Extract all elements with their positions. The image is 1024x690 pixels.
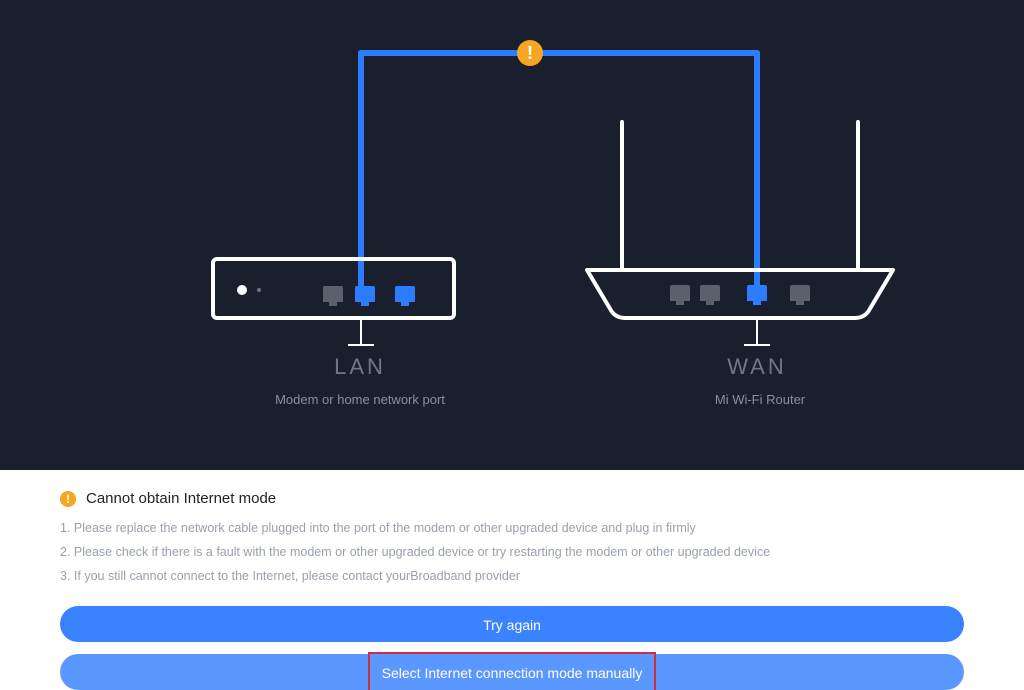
wan-port-active-icon: [747, 285, 767, 301]
wan-pointer: [756, 316, 758, 346]
try-again-button[interactable]: Try again: [60, 606, 964, 642]
select-manually-label: Select Internet connection mode manually: [382, 665, 643, 681]
error-steps: 1. Please replace the network cable plug…: [0, 517, 1024, 588]
lan-port-active-icon: [355, 286, 375, 302]
antenna-icon: [856, 120, 860, 270]
router-caption: Mi Wi-Fi Router: [640, 392, 880, 407]
modem-caption: Modem or home network port: [215, 392, 505, 407]
diagram-panel: ! LAN Modem or home network port WAN Mi …: [0, 0, 1024, 470]
lan-pointer: [360, 320, 362, 346]
cable-top: [358, 50, 760, 56]
modem-illustration: [211, 257, 456, 320]
router-port-icon: [700, 285, 720, 301]
wan-label: WAN: [697, 354, 817, 380]
cable-right: [754, 50, 760, 288]
lan-port-icon: [395, 286, 415, 302]
router-illustration: [585, 268, 895, 320]
lan-label: LAN: [300, 354, 420, 380]
warning-icon: !: [60, 491, 76, 507]
antenna-icon: [620, 120, 624, 270]
lan-port-icon: [323, 286, 343, 302]
router-port-icon: [790, 285, 810, 301]
error-title: Cannot obtain Internet mode: [86, 490, 276, 507]
cable-left: [358, 50, 364, 288]
message-panel: ! Cannot obtain Internet mode 1. Please …: [0, 470, 1024, 690]
error-step: 1. Please replace the network cable plug…: [60, 517, 1024, 541]
router-port-icon: [670, 285, 690, 301]
led-icon: [237, 285, 247, 295]
alert-icon: !: [517, 40, 543, 66]
led-icon: [257, 288, 261, 292]
error-step: 2. Please check if there is a fault with…: [60, 541, 1024, 565]
select-manually-button[interactable]: Select Internet connection mode manually: [60, 654, 964, 690]
error-step: 3. If you still cannot connect to the In…: [60, 565, 1024, 589]
